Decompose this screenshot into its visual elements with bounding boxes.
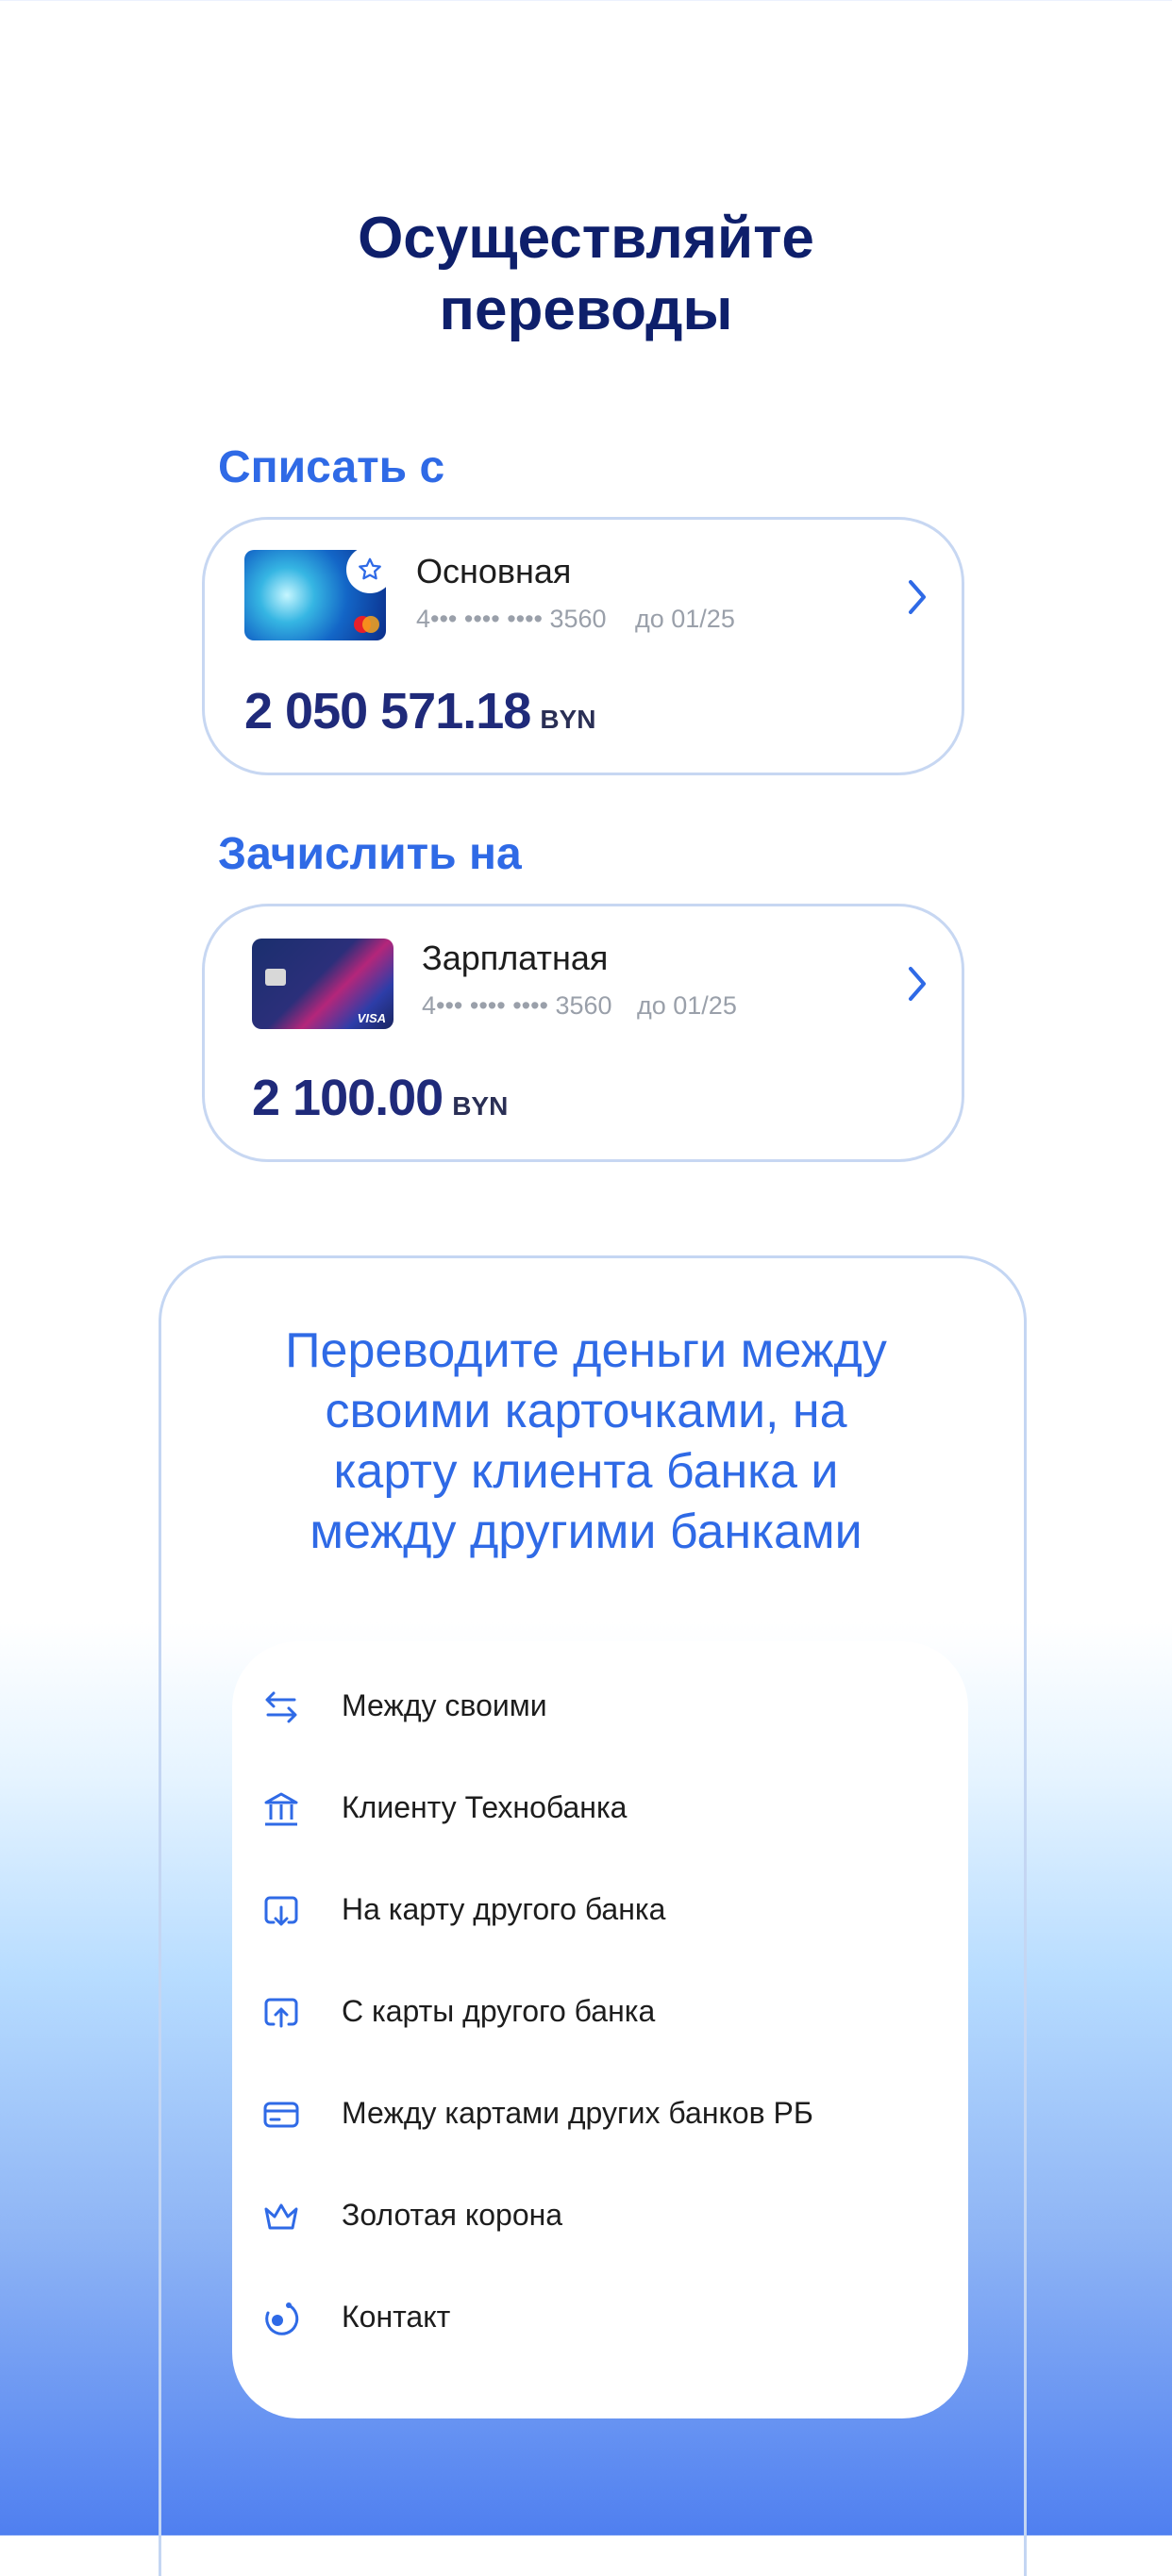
card-name: Зарплатная (422, 939, 609, 977)
card-number: 4••• •••• •••• 3560 (422, 991, 612, 1020)
promo-text: Переводите деньги между своими карточкам… (217, 1321, 955, 1562)
transfer-item-to-other-bank-card[interactable]: На карту другого банка (232, 1873, 968, 1949)
crown-icon (264, 2203, 298, 2230)
card-chip-icon (265, 969, 286, 986)
balance-currency: BYN (540, 705, 596, 734)
star-icon[interactable] (346, 546, 393, 593)
transfer-item-label: Контакт (342, 2300, 451, 2334)
mastercard-logo-icon (354, 616, 379, 633)
swap-arrows-icon (265, 1691, 297, 1723)
card-name: Основная (416, 552, 572, 590)
from-label: Списать с (218, 442, 445, 492)
balance-currency: BYN (452, 1091, 509, 1121)
page-title-line-2: переводы (439, 277, 733, 342)
card-download-icon (264, 1896, 298, 1926)
card-upload-icon (264, 1998, 298, 2028)
page-title: Осуществляйте переводы (0, 203, 1172, 346)
card-icon (263, 2102, 299, 2128)
chevron-right-icon[interactable] (903, 963, 931, 1005)
contact-logo-icon (265, 2302, 299, 2335)
transfer-item-contact[interactable]: Контакт (232, 2281, 968, 2356)
card-balance: 2 100.00 BYN (252, 1069, 508, 1127)
promo-line: карту клиента банка и (333, 1444, 839, 1499)
transfer-item-between-rb-banks[interactable]: Между картами других банков РБ (232, 2077, 968, 2152)
transfer-item-label: Между картами других банков РБ (342, 2096, 813, 2130)
page-title-line-1: Осуществляйте (358, 206, 814, 271)
balance-amount: 2 050 571.18 (244, 683, 531, 740)
chevron-right-icon[interactable] (903, 576, 931, 618)
balance-amount: 2 100.00 (252, 1070, 444, 1126)
card-expiry: до 01/25 (637, 991, 737, 1020)
promo-line: между другими банками (310, 1504, 862, 1559)
promo-line: своими карточками, на (325, 1384, 847, 1438)
card-image: VISA (252, 939, 393, 1029)
transfer-item-label: С карты другого банка (342, 1994, 656, 2028)
transfer-item-technobank-client[interactable]: Клиенту Технобанка (232, 1771, 968, 1847)
transfer-item-label: Клиенту Технобанка (342, 1790, 628, 1824)
transfer-types-list: Между своими Клиенту Технобанка На карту… (232, 1641, 968, 2418)
card-expiry: до 01/25 (635, 605, 735, 633)
bank-icon (264, 1792, 298, 1826)
from-card-selector[interactable]: Основная 4••• •••• •••• 3560 до 01/25 2 … (202, 517, 964, 775)
visa-logo-icon: VISA (357, 1011, 386, 1025)
promo-line: Переводите деньги между (285, 1323, 887, 1378)
transfer-item-between-own[interactable]: Между своими (232, 1670, 968, 1745)
card-number: 4••• •••• •••• 3560 (416, 605, 607, 633)
transfer-item-label: Золотая корона (342, 2198, 563, 2232)
transfer-item-label: На карту другого банка (342, 1892, 666, 1926)
card-balance: 2 050 571.18 BYN (244, 682, 595, 740)
transfer-item-golden-crown[interactable]: Золотая корона (232, 2179, 968, 2254)
to-card-selector[interactable]: VISA Зарплатная 4••• •••• •••• 3560 до 0… (202, 904, 964, 1162)
transfer-item-label: Между своими (342, 1688, 547, 1722)
transfer-item-from-other-bank-card[interactable]: С карты другого банка (232, 1975, 968, 2051)
to-label: Зачислить на (218, 829, 522, 879)
